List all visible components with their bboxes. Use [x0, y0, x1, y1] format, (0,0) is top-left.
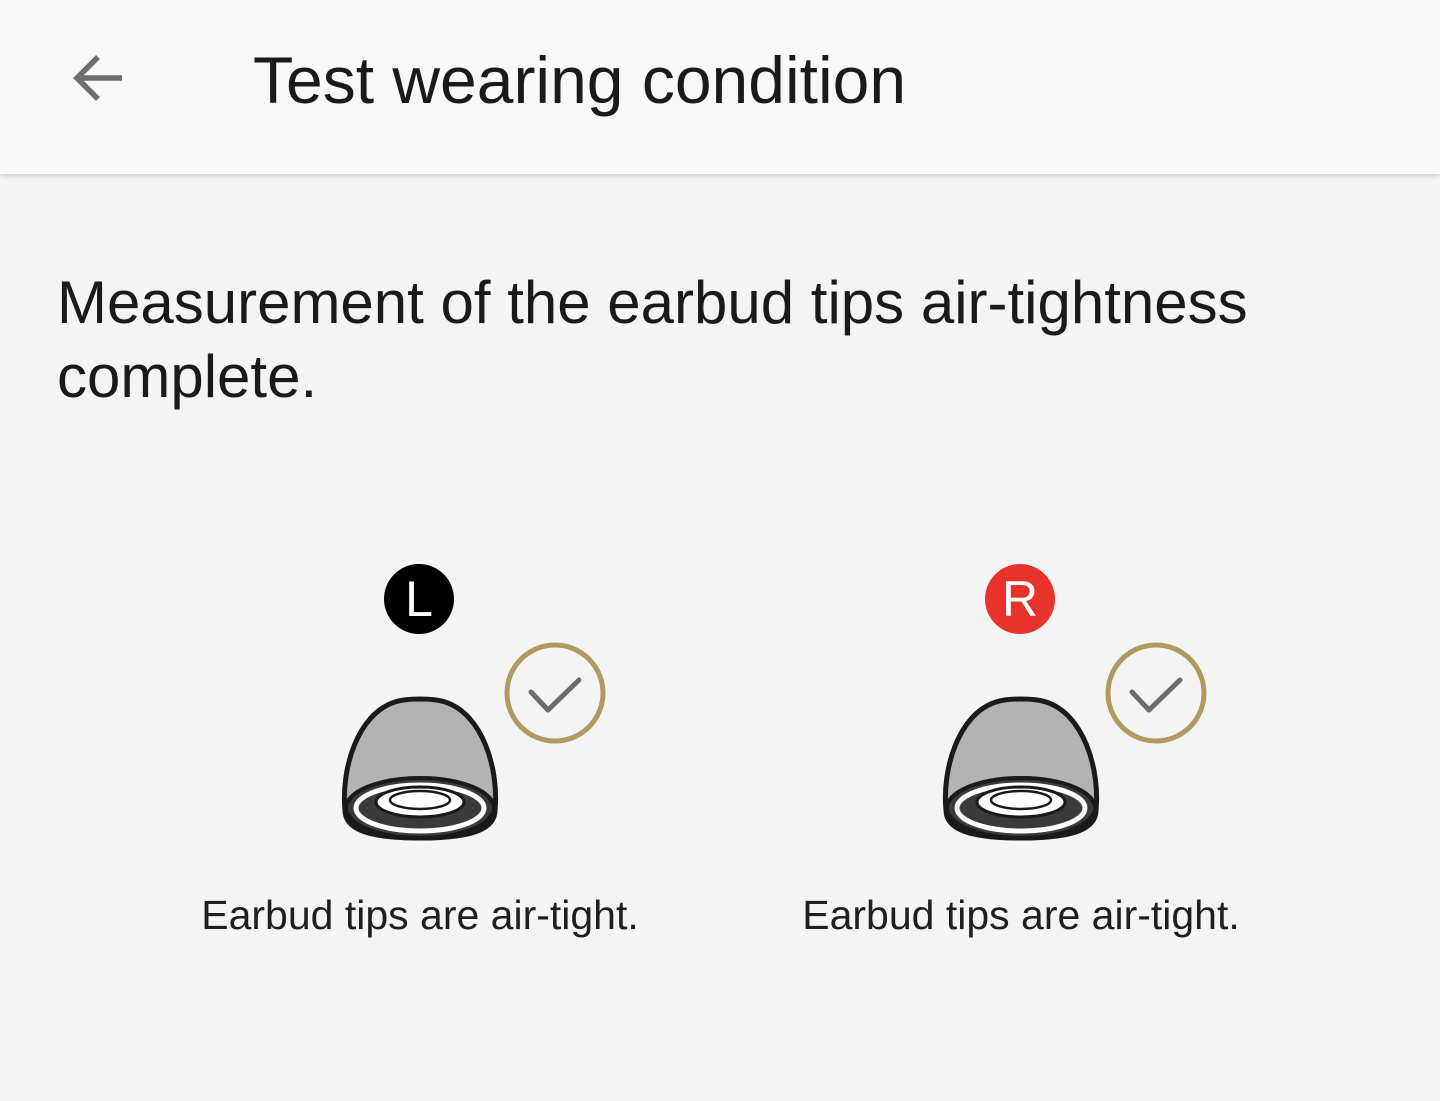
app-bar: Test wearing condition	[0, 0, 1440, 174]
check-circle-icon	[1105, 642, 1207, 744]
side-badge-label: L	[405, 571, 433, 627]
earbud-result-right: R Earbud tips are air-tight.	[741, 560, 1301, 960]
page-title: Test wearing condition	[253, 43, 907, 117]
right-side-badge: R	[985, 564, 1055, 634]
earbud-tip-icon	[341, 696, 499, 841]
side-badge-label: R	[1001, 571, 1039, 627]
right-status-text: Earbud tips are air-tight.	[802, 892, 1240, 938]
measurement-message: Measurement of the earbud tips air-tight…	[57, 269, 1248, 410]
check-circle-icon	[504, 642, 606, 744]
left-status-text: Earbud tips are air-tight.	[201, 892, 639, 938]
earbud-result-left: L Earbud tips are air-tight.	[140, 560, 700, 960]
back-button[interactable]	[56, 36, 140, 120]
left-side-badge: L	[384, 564, 454, 634]
arrow-left-icon	[73, 55, 122, 101]
earbud-tip-icon	[942, 696, 1100, 841]
